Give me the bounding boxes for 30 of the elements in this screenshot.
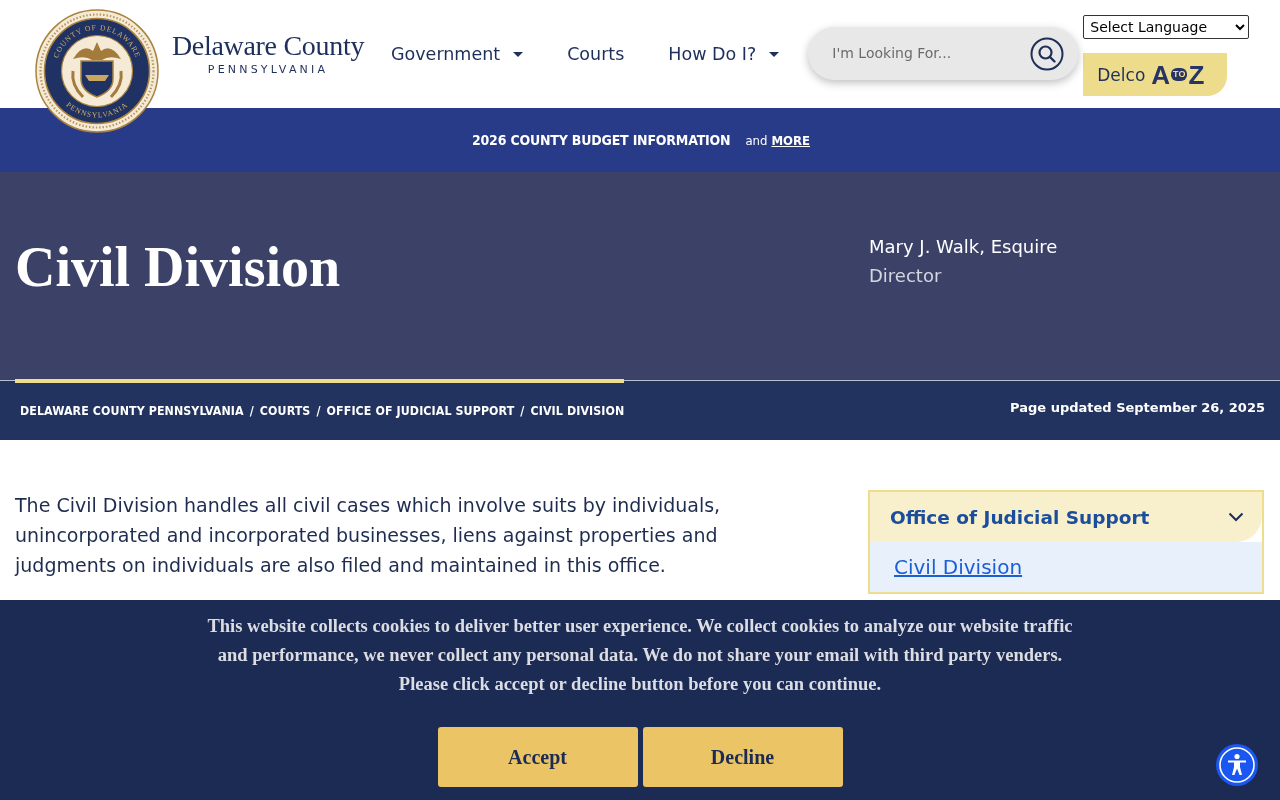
cookie-message: This website collects cookies to deliver better user experience. We collect cookies to analyze our website traffic and performance, we never collect any personal data. We do not share your email with third party venders. Please click accept or decline button before you can continue. [207, 615, 1073, 696]
language-select[interactable]: Select Language [1083, 15, 1250, 39]
search-field[interactable]: I'm Looking For... [808, 26, 1079, 80]
intro-paragraph: The Civil Division handles all civil cases which involve suits by individuals, unincorporated and incorporated businesses, liens against properties and judgments on individuals are also filed and maintained in this office. [15, 493, 722, 578]
announcement-link[interactable]: 2026 COUNTY BUDGET INFORMATION [472, 132, 731, 148]
nav-link[interactable]: Courts [567, 44, 625, 64]
chevron-icon[interactable] [1228, 512, 1244, 522]
logo-subtitle[interactable]: PENNSYLVANIA [207, 63, 329, 76]
cookie-button[interactable]: Decline [642, 727, 843, 787]
breadcrumb-link[interactable]: OFFICE OF JUDICIAL SUPPORT [326, 404, 515, 418]
nav-link[interactable]: Government [391, 44, 524, 64]
nav-link[interactable]: How Do I? [668, 44, 780, 64]
logo-title[interactable]: Delaware County [171, 32, 365, 60]
more-link[interactable]: MORE [771, 132, 810, 148]
breadcrumb-separator: / [316, 404, 321, 418]
page-updated-text: Page updated September 26, 2025 [1010, 400, 1265, 415]
breadcrumb-link[interactable]: DELAWARE COUNTY PENNSYLVANIA [20, 404, 244, 418]
contact-name: Mary J. Walk, Esquire [869, 235, 1058, 259]
breadcrumb-separator: / [520, 404, 525, 418]
contact-role: Director [869, 263, 943, 288]
accessibility-icon[interactable] [1216, 744, 1258, 786]
search-icon[interactable] [1030, 36, 1065, 71]
page-title: Civil Division [15, 235, 342, 300]
breadcrumb-link[interactable]: COURTS [259, 404, 311, 418]
sidebar-link[interactable]: Civil Division [870, 542, 1262, 592]
breadcrumb-link[interactable]: CIVIL DIVISION [530, 404, 625, 418]
breadcrumb-separator: / [249, 404, 254, 418]
sidebar-header[interactable]: Office of Judicial Support [870, 492, 1262, 542]
announcement-text: and [745, 132, 768, 148]
cookie-button[interactable]: Accept [437, 727, 638, 787]
